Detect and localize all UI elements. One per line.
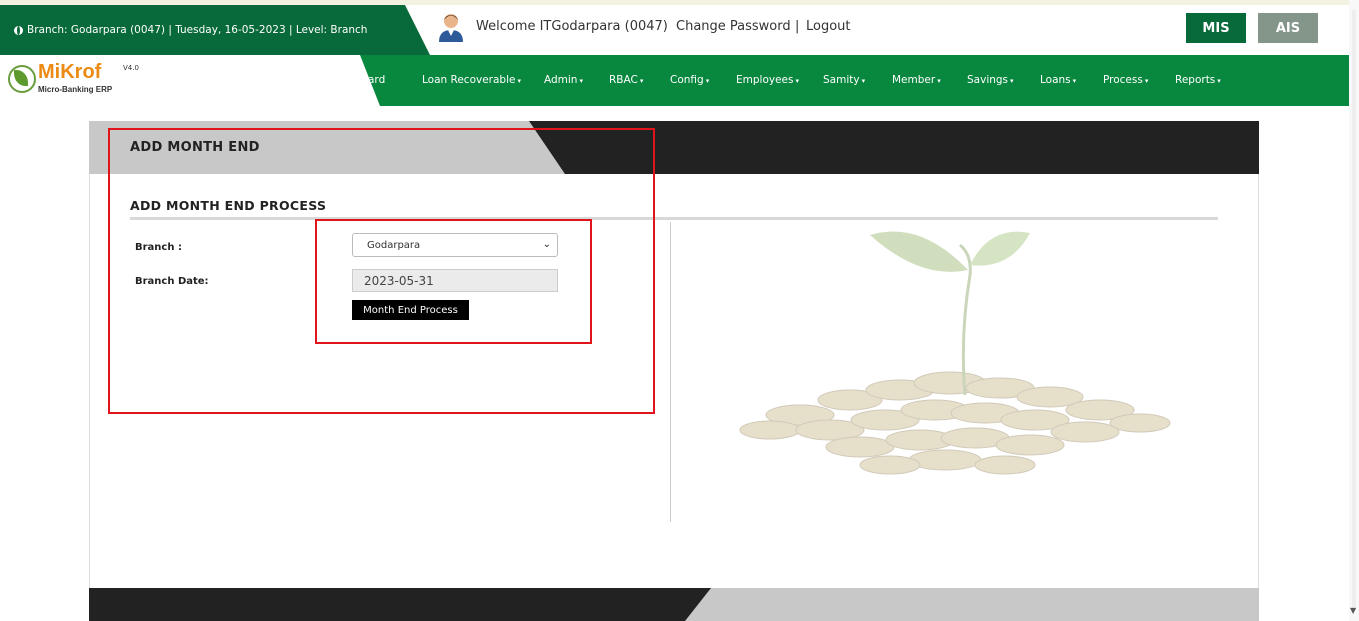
caret-down-icon: ▾ [1144,77,1149,85]
vertical-divider [670,222,671,522]
mis-button[interactable]: MIS [1186,13,1246,43]
highlight-box-inner [315,219,592,344]
ais-button[interactable]: AIS [1258,13,1318,43]
logo-name: MiKrof [38,61,102,83]
scroll-down-icon[interactable]: ▼ [1350,606,1356,615]
header-separator: | [795,19,800,34]
change-password-link[interactable]: Change Password [676,19,791,34]
caret-down-icon: ▾ [795,77,799,85]
logo-version: V4.0 [123,64,139,72]
caret-down-icon: ▾ [1010,77,1014,85]
nav-item-samity[interactable]: Samity ▾ [823,74,865,86]
nav-item-rbac[interactable]: RBAC ▾ [609,74,643,86]
caret-down-icon: ▾ [579,77,583,85]
caret-down-icon: ▾ [705,77,710,85]
nav-item-savings[interactable]: Savings ▾ [967,74,1014,86]
caret-down-icon: ▾ [1072,77,1077,85]
logo-subtitle: Micro-Banking ERP [38,85,113,94]
globe-icon [14,25,23,35]
logout-link[interactable]: Logout [806,19,851,34]
nav-item-config[interactable]: Config ▾ [670,74,709,86]
branch-info-text: Branch: Godarpara (0047) | Tuesday, 16-0… [27,24,368,36]
caret-down-icon: ▾ [639,77,644,85]
nav-item-loans[interactable]: Loans ▾ [1040,74,1076,86]
nav-item-loan-recoverable[interactable]: Loan Recoverable ▾ [422,74,521,86]
plant-coins-illustration [739,231,1171,475]
welcome-text: Welcome ITGodarpara (0047) [476,19,668,34]
caret-down-icon: ▾ [861,77,866,85]
main-nav: ard Loan Recoverable ▾ Admin ▾ RBAC ▾ Confi… [360,55,1349,106]
caret-down-icon: ▾ [937,77,941,85]
branch-info-bar: Branch: Godarpara (0047) | Tuesday, 16-0… [0,5,430,55]
caret-down-icon: ▾ [517,77,521,85]
top-strip [0,0,1359,5]
caret-down-icon: ▾ [1217,77,1221,85]
nav-item-employees[interactable]: Employees ▾ [736,74,799,86]
nav-item-process[interactable]: Process ▾ [1103,74,1148,86]
nav-item-admin[interactable]: Admin ▾ [544,74,583,86]
nav-item-reports[interactable]: Reports ▾ [1175,74,1221,86]
user-avatar-icon [439,14,463,42]
panel-footer-light [685,588,1259,621]
nav-item-member[interactable]: Member ▾ [892,74,941,86]
scrollbar-thumb[interactable] [1352,10,1356,610]
